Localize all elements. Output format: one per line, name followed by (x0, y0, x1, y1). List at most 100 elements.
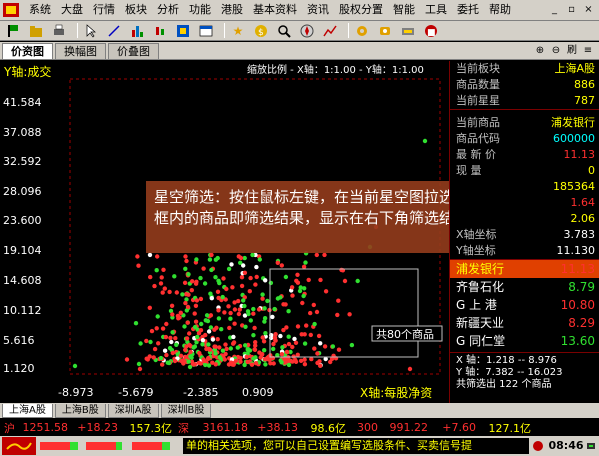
data-point[interactable] (148, 339, 153, 345)
data-point[interactable] (322, 344, 328, 349)
data-point[interactable] (238, 355, 243, 361)
data-point[interactable] (178, 310, 183, 315)
data-point[interactable] (275, 260, 280, 265)
data-point[interactable] (286, 341, 292, 347)
data-point[interactable] (342, 278, 348, 284)
data-point[interactable] (216, 316, 222, 321)
data-point[interactable] (422, 138, 428, 144)
data-point[interactable] (224, 346, 229, 352)
data-point[interactable] (302, 362, 308, 367)
data-point[interactable] (151, 355, 156, 360)
open-icon[interactable] (27, 23, 45, 39)
refresh-button[interactable]: 刷 (565, 44, 579, 58)
tab-price-overlay[interactable]: 价叠图 (108, 43, 159, 59)
data-point[interactable] (207, 257, 213, 262)
data-point[interactable] (312, 346, 317, 351)
data-point[interactable] (148, 274, 153, 280)
data-point[interactable] (138, 341, 143, 346)
data-point[interactable] (299, 332, 304, 337)
data-point[interactable] (304, 323, 309, 328)
data-point[interactable] (193, 303, 199, 308)
draw-line-icon[interactable] (105, 23, 123, 39)
data-point[interactable] (159, 275, 164, 280)
data-point[interactable] (263, 278, 268, 283)
data-point[interactable] (160, 362, 165, 367)
data-point[interactable] (260, 292, 265, 297)
menu-item[interactable]: 港股 (216, 0, 248, 20)
bell-icon[interactable] (529, 438, 547, 454)
settings-icon[interactable] (353, 23, 371, 39)
data-point[interactable] (183, 300, 188, 306)
result-row[interactable]: G 上 港 10.80 (450, 296, 599, 314)
data-point[interactable] (185, 320, 190, 325)
data-point[interactable] (231, 340, 237, 345)
data-point[interactable] (297, 288, 303, 294)
data-point[interactable] (152, 346, 158, 352)
data-point[interactable] (221, 276, 226, 281)
data-point[interactable] (183, 254, 188, 259)
data-point[interactable] (224, 286, 229, 292)
data-point[interactable] (239, 275, 245, 280)
data-point[interactable] (209, 267, 214, 273)
data-point[interactable] (198, 275, 203, 281)
data-point[interactable] (251, 311, 256, 316)
data-point[interactable] (252, 347, 257, 352)
data-point[interactable] (169, 339, 174, 345)
data-point[interactable] (203, 318, 208, 323)
data-point[interactable] (232, 307, 238, 312)
data-point[interactable] (215, 289, 221, 294)
restore-button[interactable]: ▫ (564, 4, 579, 17)
zoom-in-icon[interactable]: ⊕ (533, 44, 547, 58)
data-point[interactable] (232, 321, 237, 326)
data-point[interactable] (192, 324, 198, 330)
data-point[interactable] (156, 341, 161, 346)
data-point[interactable] (268, 280, 274, 286)
data-point[interactable] (219, 327, 224, 332)
data-point[interactable] (190, 279, 195, 284)
data-point[interactable] (250, 252, 255, 258)
data-point[interactable] (242, 303, 247, 309)
data-point[interactable] (155, 254, 160, 259)
close-button[interactable]: × (581, 4, 596, 17)
menu-item[interactable]: 分析 (152, 0, 184, 20)
data-point[interactable] (323, 289, 329, 294)
data-point[interactable] (259, 352, 264, 358)
data-point[interactable] (209, 252, 214, 258)
data-point[interactable] (270, 314, 275, 320)
data-point[interactable] (222, 357, 227, 362)
data-point[interactable] (312, 321, 317, 327)
data-point[interactable] (262, 348, 267, 353)
chart-icon[interactable] (321, 23, 339, 39)
data-point[interactable] (262, 319, 267, 324)
data-point[interactable] (301, 264, 307, 269)
tab-sz-b[interactable]: 深圳B股 (160, 403, 212, 418)
data-point[interactable] (254, 264, 259, 270)
data-point[interactable] (236, 311, 242, 317)
tab-sz-a[interactable]: 深圳A股 (107, 403, 159, 418)
data-point[interactable] (271, 346, 276, 352)
data-point[interactable] (217, 345, 222, 350)
data-point[interactable] (228, 316, 233, 321)
data-point[interactable] (187, 364, 193, 370)
menu-item[interactable]: 资讯 (302, 0, 334, 20)
news-ticker[interactable]: 单的相关选项，您可以自己设置编写选股条件、买卖信号提 (183, 438, 529, 454)
tools-icon[interactable] (399, 23, 417, 39)
data-point[interactable] (124, 357, 130, 362)
data-point[interactable] (184, 336, 190, 341)
data-point[interactable] (173, 336, 178, 341)
data-point[interactable] (249, 362, 255, 367)
data-point[interactable] (308, 310, 313, 316)
data-point[interactable] (160, 326, 166, 331)
data-point[interactable] (192, 344, 198, 349)
data-point[interactable] (328, 359, 333, 365)
data-point[interactable] (292, 336, 297, 342)
data-point[interactable] (293, 340, 299, 345)
data-point[interactable] (186, 359, 191, 364)
data-point[interactable] (202, 281, 208, 286)
data-point[interactable] (308, 332, 313, 338)
data-point[interactable] (226, 266, 232, 272)
data-point[interactable] (168, 335, 173, 341)
data-point[interactable] (241, 263, 246, 268)
tab-sh-b[interactable]: 上海B股 (54, 403, 106, 418)
data-point[interactable] (183, 347, 188, 353)
